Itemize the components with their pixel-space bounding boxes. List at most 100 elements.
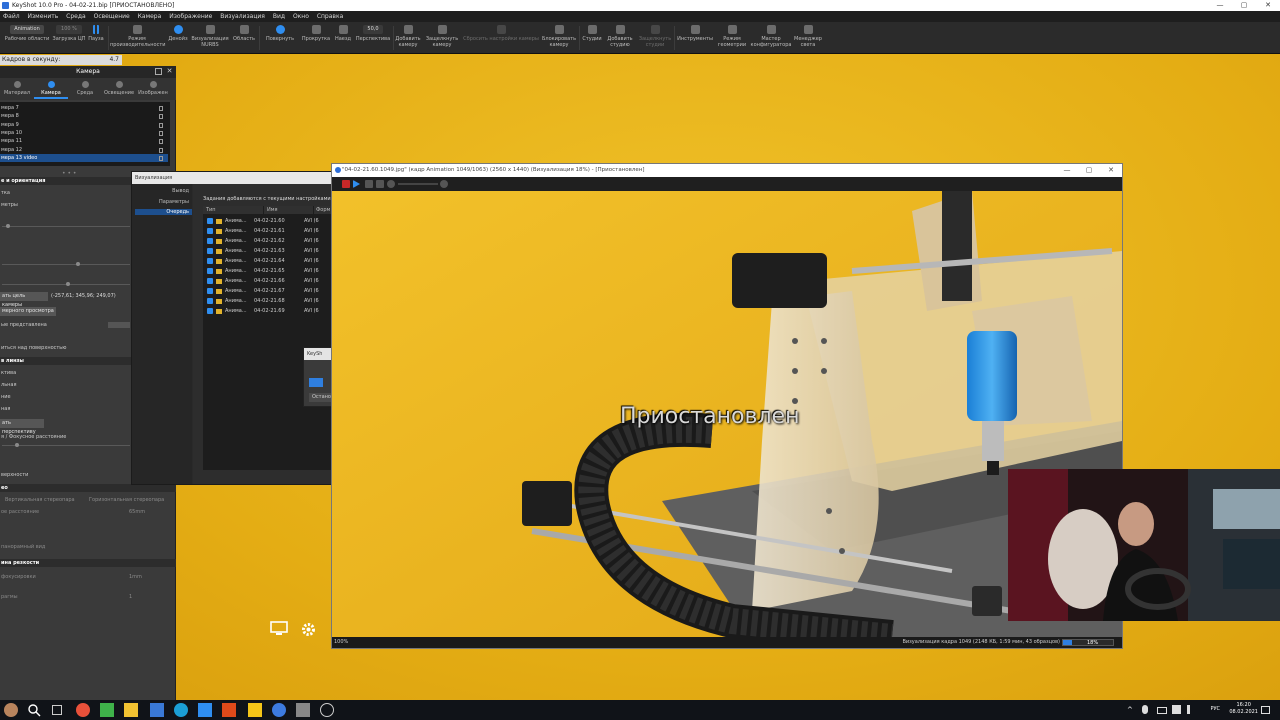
close-button[interactable]: ✕ [1256, 0, 1280, 11]
camera-list-item-selected[interactable]: мера 13 video [0, 153, 168, 163]
sidebar-item-queue[interactable]: Очередь [135, 209, 192, 215]
monitor-icon[interactable] [270, 621, 288, 637]
lock-icon[interactable] [159, 147, 163, 153]
copy-image-icon[interactable] [376, 180, 384, 188]
light-manager-button[interactable]: Менеджер света [792, 24, 824, 52]
camera-list-item[interactable]: мера 9 [0, 121, 168, 129]
clock[interactable]: 16:20 08.02.2021 [1229, 702, 1258, 716]
reset-camera-button[interactable]: Сбросить настройки камеры [462, 24, 540, 52]
table-row[interactable]: Анима... 04-02-21.63 AVI (6 [203, 246, 333, 256]
add-studio-button[interactable]: Добавить студию [604, 24, 636, 52]
workspace-dropdown[interactable]: Animation [10, 25, 44, 34]
lock-icon[interactable] [159, 139, 163, 145]
menu-view[interactable]: Вид [270, 11, 288, 22]
panel-close-icon[interactable]: ✕ [166, 68, 173, 75]
section-depth-of-field[interactable]: ина резкости [0, 559, 176, 567]
language-indicator[interactable]: РУС [1210, 706, 1220, 712]
app-icon-5[interactable] [248, 703, 262, 717]
table-row[interactable]: Анима... 04-02-21.66 AVI (6 [203, 276, 333, 286]
dolly-button[interactable]: Наезд [332, 24, 354, 52]
tab-camera[interactable]: Камера [34, 80, 68, 99]
tab-image[interactable]: Изображен [136, 80, 170, 99]
checkbox[interactable] [207, 278, 213, 284]
table-row[interactable]: Анима... 04-02-21.64 AVI (6 [203, 256, 333, 266]
avatar[interactable] [4, 703, 18, 717]
render-maximize-button[interactable]: ▢ [1078, 164, 1100, 177]
region-button[interactable]: Область [230, 24, 258, 52]
menu-image[interactable]: Изображение [166, 11, 215, 22]
zoom-slider[interactable] [398, 183, 438, 185]
network-icon[interactable] [1157, 707, 1167, 714]
slider-knob[interactable] [66, 282, 70, 286]
cpu-dropdown[interactable]: 100 % [56, 25, 82, 34]
app-icon-4[interactable] [222, 703, 236, 717]
app-icon-3[interactable] [150, 703, 164, 717]
render-close-button[interactable]: ✕ [1100, 164, 1122, 177]
table-row[interactable]: Анима... 04-02-21.61 AVI (6 [203, 226, 333, 236]
render-minimize-button[interactable]: — [1056, 164, 1078, 177]
focal-slider[interactable] [2, 445, 130, 446]
aperture-value[interactable]: 1 [128, 593, 158, 601]
lock-icon[interactable] [159, 122, 163, 128]
preview-button[interactable]: мерного просмотра [0, 307, 56, 316]
table-row[interactable]: Анима... 04-02-21.60 AVI (6 [203, 216, 333, 226]
nurbs-button[interactable]: Визуализация NURBS [190, 24, 230, 52]
fov-input[interactable]: 50,0 [363, 25, 383, 34]
checkbox[interactable] [207, 288, 213, 294]
table-row[interactable]: Анима... 04-02-21.62 AVI (6 [203, 236, 333, 246]
menu-environment[interactable]: Среда [63, 11, 89, 22]
lock-camera-button[interactable]: Защелкнуть камеру [424, 24, 460, 52]
azimuth-slider[interactable] [2, 264, 130, 265]
lock-icon[interactable] [159, 106, 163, 111]
distance-slider[interactable] [2, 226, 130, 227]
notification-icon[interactable] [1261, 706, 1270, 714]
camera-list-item[interactable]: мера 8 [0, 112, 168, 120]
table-row[interactable]: Анима... 04-02-21.69 AVI (6 [203, 306, 333, 316]
menu-lighting[interactable]: Освещение [91, 11, 133, 22]
tab-environment[interactable]: Среда [68, 80, 102, 99]
slider-knob[interactable] [15, 443, 19, 447]
denoise-button[interactable]: Денойз [166, 24, 190, 52]
column-header-name[interactable]: Имя [264, 206, 313, 214]
menu-window[interactable]: Окно [290, 11, 312, 22]
app-icon-7[interactable] [296, 703, 310, 717]
minimize-button[interactable]: — [1208, 0, 1232, 11]
save-image-icon[interactable] [365, 180, 373, 188]
focus-value[interactable]: 1mm [128, 573, 158, 581]
app-icon-6[interactable] [272, 703, 286, 717]
zoom-in-icon[interactable] [440, 180, 448, 188]
camera-list-item[interactable]: мера 12 [0, 146, 168, 154]
menu-file[interactable]: Файл [0, 11, 23, 22]
menu-render[interactable]: Визуализация [217, 11, 268, 22]
gear-icon[interactable] [300, 621, 317, 638]
pan-button[interactable]: Прокрутка [300, 24, 332, 52]
volume-icon[interactable] [1187, 705, 1196, 714]
performance-mode-button[interactable]: Режим производительности [110, 24, 166, 52]
sidebar-item-options[interactable]: Параметры [159, 199, 189, 205]
maximize-button[interactable]: ▢ [1232, 0, 1256, 11]
menu-help[interactable]: Справка [314, 11, 346, 22]
slider-knob[interactable] [6, 224, 10, 228]
stop-render-icon[interactable] [342, 180, 350, 188]
app-icon-1[interactable] [76, 703, 90, 717]
table-row[interactable]: Анима... 04-02-21.68 AVI (6 [203, 296, 333, 306]
zoom-out-icon[interactable] [387, 180, 395, 188]
tools-button[interactable]: Инструменты [676, 24, 714, 52]
rotate-button[interactable]: Повернуть [261, 24, 299, 52]
camera-list-item[interactable]: мера 10 [0, 129, 168, 137]
add-camera-button[interactable]: Добавить камеру [394, 24, 422, 52]
checkbox[interactable] [207, 228, 213, 234]
section-stereo[interactable]: ео [0, 484, 176, 492]
keyshot-taskbar-icon[interactable] [198, 703, 212, 717]
panel-resize-handle[interactable]: • • • [62, 170, 76, 177]
workspace-selector[interactable]: Animation Рабочие области [4, 24, 50, 52]
file-explorer-icon[interactable] [124, 703, 138, 717]
display-icon[interactable] [1172, 705, 1181, 714]
ipd-value[interactable]: 65mm [128, 508, 158, 516]
search-icon[interactable] [27, 703, 41, 717]
lock-studio-button[interactable]: Защелкнуть студии [637, 24, 673, 52]
slider-knob[interactable] [76, 262, 80, 266]
app-icon-8[interactable] [320, 703, 334, 717]
browser-icon[interactable] [174, 703, 188, 717]
microphone-icon[interactable] [1142, 705, 1148, 714]
